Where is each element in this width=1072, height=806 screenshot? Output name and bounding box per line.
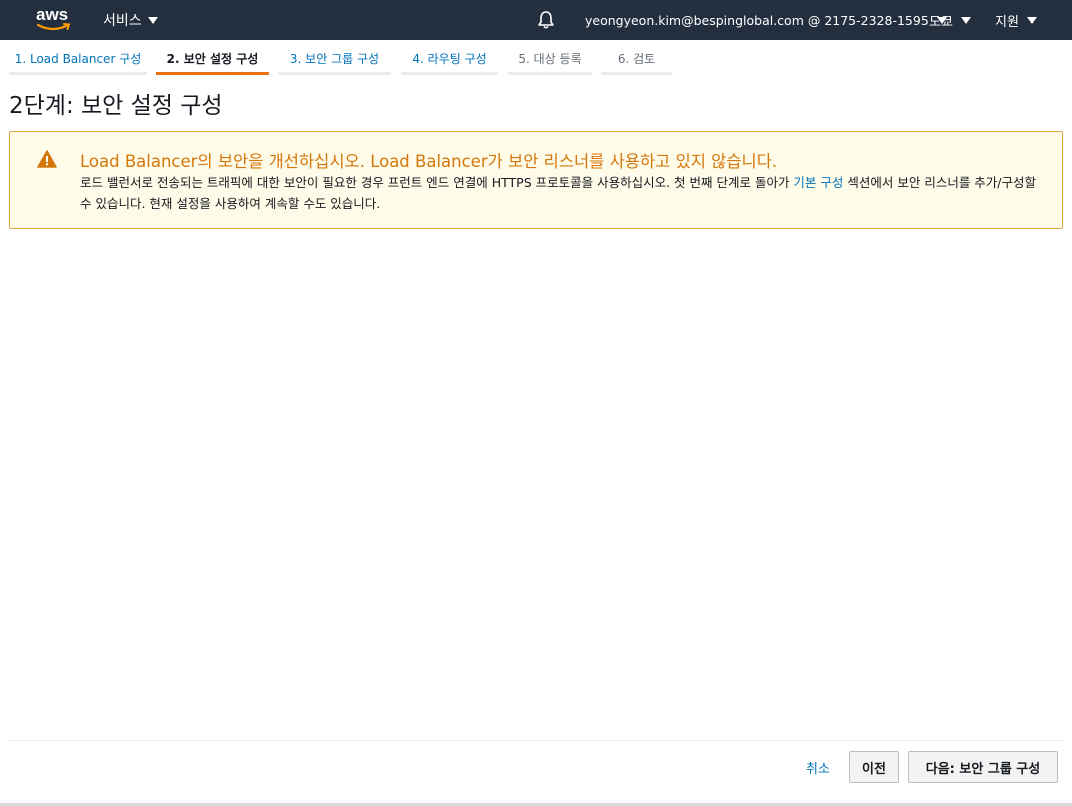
warning-alert: Load Balancer의 보안을 개선하십시오. Load Balancer…	[9, 131, 1063, 229]
aws-smile-icon	[37, 23, 71, 31]
alert-body-text: 로드 밸런서로 전송되는 트래픽에 대한 보안이 필요한 경우 프런트 엔드 연…	[80, 175, 794, 190]
step-review: 6. 검토	[601, 44, 672, 75]
caret-down-icon	[1026, 16, 1037, 24]
region-label: 도쿄	[929, 14, 953, 30]
warning-triangle-icon	[37, 150, 57, 172]
step-security-settings[interactable]: 2. 보안 설정 구성	[156, 44, 269, 75]
alert-body: 로드 밸런서로 전송되는 트래픽에 대한 보안이 필요한 경우 프런트 엔드 연…	[80, 172, 1040, 214]
services-menu[interactable]: 서비스	[103, 0, 158, 40]
account-label: yeongyeon.kim@bespinglobal.com @ 2175-23…	[585, 12, 929, 28]
aws-logo-text: aws	[36, 5, 69, 24]
cancel-button[interactable]: 취소	[806, 758, 830, 777]
bell-icon[interactable]	[536, 10, 556, 30]
basic-config-link[interactable]: 기본 구성	[793, 175, 843, 190]
account-menu[interactable]: yeongyeon.kim@bespinglobal.com @ 2175-23…	[585, 0, 947, 40]
step-routing[interactable]: 4. 라우팅 구성	[401, 44, 498, 75]
step-register-targets: 5. 대상 등록	[508, 44, 592, 75]
caret-down-icon	[960, 16, 971, 24]
caret-down-icon	[147, 16, 158, 24]
footer-divider	[9, 740, 1063, 741]
next-security-groups-button[interactable]: 다음: 보안 그룹 구성	[908, 751, 1058, 783]
previous-button[interactable]: 이전	[849, 751, 899, 783]
top-navigation-bar: aws 서비스 yeongyeon.kim@bespinglobal.com @…	[0, 0, 1072, 40]
support-menu[interactable]: 지원	[995, 0, 1037, 40]
alert-title: Load Balancer의 보안을 개선하십시오. Load Balancer…	[80, 152, 778, 171]
aws-logo[interactable]: aws	[36, 5, 72, 33]
region-menu[interactable]: 도쿄	[929, 0, 971, 40]
services-label: 서비스	[103, 13, 142, 29]
step-security-groups[interactable]: 3. 보안 그룹 구성	[278, 44, 391, 75]
page-title: 2단계: 보안 설정 구성	[9, 93, 223, 119]
step-load-balancer-config[interactable]: 1. Load Balancer 구성	[9, 44, 147, 75]
support-label: 지원	[995, 14, 1019, 30]
